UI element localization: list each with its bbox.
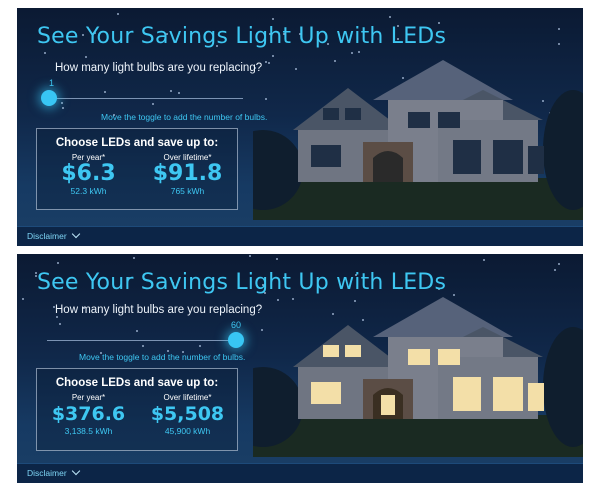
savings-summary-box: Choose LEDs and save up to: Per year* $6… [36, 128, 238, 210]
panel-footer: Disclaimer [17, 226, 583, 246]
disclaimer-toggle[interactable]: Disclaimer [27, 229, 81, 241]
star [116, 13, 119, 16]
star [557, 28, 560, 31]
per-year-kwh: 3,138.5 kWh [64, 426, 113, 436]
star [177, 91, 180, 94]
star [43, 52, 46, 55]
per-year-label: Per year* [71, 393, 106, 402]
chevron-down-icon [71, 466, 81, 476]
per-year-column: Per year* $6.3 52.3 kWh [41, 153, 136, 196]
star [56, 316, 59, 319]
star [85, 55, 88, 58]
house-illustration [253, 60, 583, 220]
star [141, 345, 144, 348]
per-year-column: Per year* $376.6 3,138.5 kWh [41, 393, 136, 436]
disclaimer-label: Disclaimer [27, 468, 67, 478]
lifetime-savings: $91.8 [152, 161, 223, 186]
star [558, 262, 561, 265]
bulb-count-slider-thumb[interactable] [41, 90, 57, 106]
lifetime-column: Over lifetime* $5,508 45,900 kWh [140, 393, 235, 436]
panel-footer: Disclaimer [17, 463, 583, 483]
star [58, 322, 61, 325]
chevron-down-icon [71, 229, 81, 239]
star [103, 90, 106, 93]
bulb-count-slider-track[interactable] [47, 98, 243, 99]
per-year-savings: $6.3 [61, 161, 116, 186]
slider-hint: Move the toggle to add the number of bul… [101, 112, 268, 122]
star [170, 90, 173, 93]
star [483, 258, 486, 261]
slider-hint: Move the toggle to add the number of bul… [79, 352, 246, 362]
slider-value-label: 1 [49, 78, 55, 88]
star [62, 107, 65, 110]
bulb-count-slider-thumb[interactable] [228, 332, 244, 348]
star [554, 268, 557, 271]
per-year-savings: $376.6 [51, 403, 126, 425]
star [271, 17, 274, 20]
bulb-count-slider-track[interactable] [47, 340, 243, 341]
savings-box-title: Choose LEDs and save up to: [55, 377, 219, 389]
savings-box-title: Choose LEDs and save up to: [55, 137, 219, 149]
disclaimer-toggle[interactable]: Disclaimer [27, 466, 81, 478]
star [198, 345, 201, 348]
calculator-panel-sixty-bulbs: See Your Savings Light Up with LEDs How … [17, 254, 583, 483]
star [152, 102, 155, 105]
star [136, 330, 138, 333]
lifetime-column: Over lifetime* $91.8 765 kWh [140, 153, 235, 196]
calculator-panel-one-bulb: See Your Savings Light Up with LEDs How … [17, 8, 583, 246]
page-headline: See Your Savings Light Up with LEDs [37, 270, 447, 295]
star [56, 262, 59, 265]
lifetime-label: Over lifetime* [163, 393, 212, 402]
star [249, 254, 252, 257]
star [389, 16, 392, 19]
star [132, 256, 135, 259]
lifetime-kwh: 765 kWh [170, 186, 205, 196]
per-year-kwh: 52.3 kWh [70, 186, 107, 196]
star [275, 258, 278, 261]
lifetime-kwh: 45,900 kWh [164, 426, 211, 436]
star [61, 102, 64, 105]
page-headline: See Your Savings Light Up with LEDs [37, 24, 447, 49]
slider-value-label: 60 [231, 320, 242, 330]
bulb-count-question: How many light bulbs are you replacing? [55, 304, 263, 316]
star [557, 42, 560, 45]
disclaimer-label: Disclaimer [27, 231, 67, 241]
bulb-count-question: How many light bulbs are you replacing? [55, 62, 263, 74]
star [21, 298, 24, 301]
lifetime-savings: $5,508 [150, 403, 225, 425]
savings-summary-box: Choose LEDs and save up to: Per year* $3… [36, 368, 238, 451]
house-illustration [253, 297, 583, 457]
